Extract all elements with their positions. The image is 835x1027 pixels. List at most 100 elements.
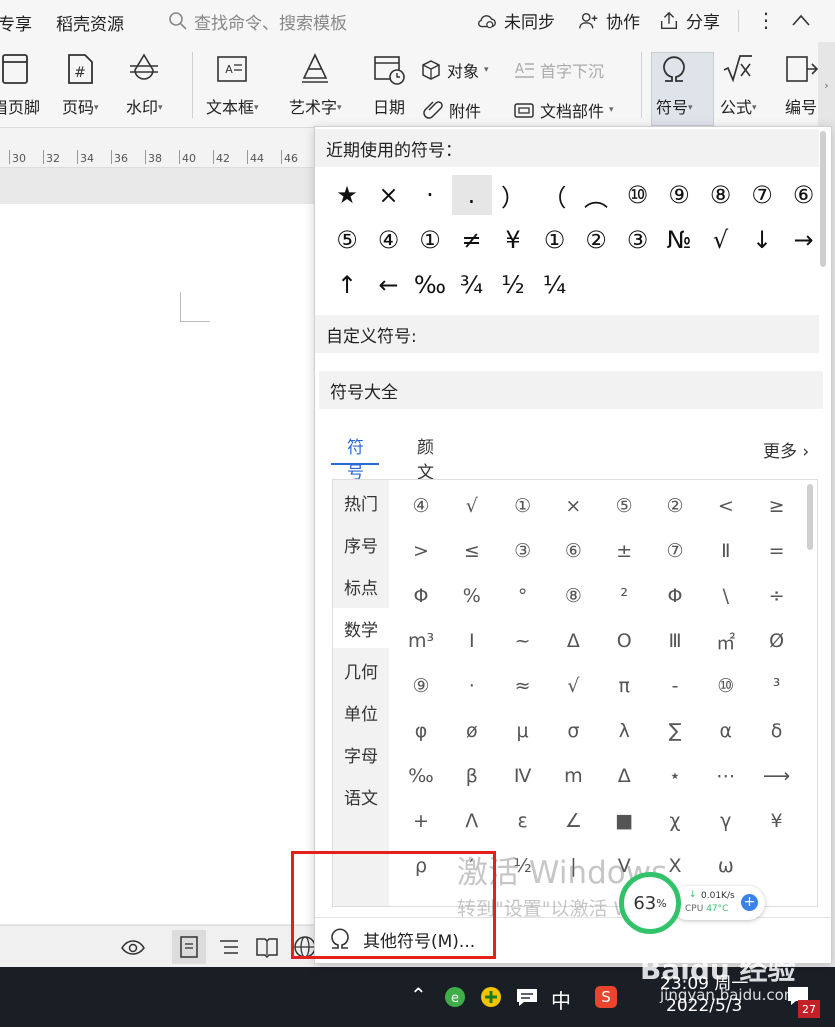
chevron-up-icon[interactable]: ⌃ [410,983,427,1007]
symbol-cell[interactable]: Ø [751,621,803,661]
symbol-cell[interactable]: Ⅰ [446,621,498,661]
symbol-cell[interactable]: σ [547,711,599,751]
symbol-cell[interactable]: φ [395,711,447,751]
horizontal-ruler[interactable]: 30 32 34 36 38 40 42 44 46 [0,128,320,168]
command-search[interactable]: 查找命令、搜索模板 [168,8,347,34]
security-tray-icon[interactable] [480,986,502,1008]
symbol-cell[interactable]: Ⅳ [497,756,549,796]
symbol-cell[interactable]: α [700,711,752,751]
category-item[interactable]: 单位 [333,692,389,732]
symbol-cell[interactable]: Δ [547,621,599,661]
recent-symbol[interactable]: ↓ [742,220,782,260]
recent-symbol[interactable]: ½ [493,265,533,305]
ime-indicator[interactable]: 中 [551,985,571,1014]
recent-symbol[interactable]: → [784,220,824,260]
symbol-cell[interactable]: ② [649,486,701,526]
recent-symbol[interactable]: ¾ [452,265,492,305]
reading-view-icon[interactable] [254,934,280,960]
recent-symbol[interactable]: ¼ [535,265,575,305]
category-item[interactable]: 热门 [333,482,389,522]
date-button[interactable]: 日期 [372,52,406,118]
symbol-cell[interactable]: ④ [395,486,447,526]
category-item[interactable]: 序号 [333,524,389,564]
symbol-cell[interactable]: ~ [497,621,549,661]
drop-cap-button[interactable]: A 首字下沉 [513,58,604,82]
recent-symbol[interactable]: ¥ [493,220,533,260]
symbol-cell[interactable]: ø [446,711,498,751]
browser-tray-icon[interactable]: e [444,986,466,1008]
performance-widget[interactable]: ↓ 0.01K/s CPU 47°C + 63% [619,872,765,934]
symbol-cell[interactable]: ≈ [497,666,549,706]
recent-symbol[interactable]: ★ [327,175,367,215]
symbol-cell[interactable]: ⑨ [395,666,447,706]
recent-symbol[interactable]: . [451,175,492,215]
recent-symbol[interactable]: · [410,175,450,215]
symbol-cell[interactable]: ∑ [649,711,701,751]
symbol-cell[interactable]: ⟶ [751,756,803,796]
symbol-cell[interactable]: ⋯ [700,756,752,796]
symbol-cell[interactable]: ⑤ [598,486,650,526]
symbol-cell[interactable]: π [598,666,650,706]
symbol-cell[interactable]: ² [598,576,650,616]
symbol-cell[interactable]: Ⅱ [700,531,752,571]
recent-symbol[interactable]: ↑ [327,265,367,305]
symbol-cell[interactable]: ³ [751,666,803,706]
symbol-cell[interactable]: γ [700,801,752,841]
symbol-cell[interactable]: δ [751,711,803,751]
recent-symbol[interactable]: ⑩ [618,175,658,215]
recent-symbol[interactable]: （ [535,175,575,215]
symbol-cell[interactable]: ㎡ [700,621,752,661]
recent-symbol[interactable]: ） [493,175,533,215]
header-footer-button[interactable]: 眉页脚 [0,52,40,118]
symbol-cell[interactable]: χ [649,801,701,841]
recent-symbol[interactable]: ① [535,220,575,260]
symbol-cell[interactable]: β [446,756,498,796]
symbol-cell[interactable]: √ [547,666,599,706]
symbol-cell[interactable]: ■ [598,801,650,841]
recent-symbol[interactable]: ① [410,220,450,260]
recent-symbol[interactable]: ︵ [576,175,616,215]
recent-symbol[interactable]: ⑥ [784,175,824,215]
symbol-cell[interactable]: ≥ [751,486,803,526]
symbol-cell[interactable]: < [700,486,752,526]
tab-exclusive[interactable]: 专享 [0,10,32,35]
tab-symbols[interactable]: 符号 [347,433,364,483]
symbol-cell[interactable]: Φ [395,576,447,616]
doc-parts-button[interactable]: 文档部件 ▾ [513,98,614,122]
page-number-button[interactable]: # 页码▾ [62,52,99,118]
symbol-cell[interactable]: - [649,666,701,706]
document-page[interactable] [0,204,320,924]
symbol-cell[interactable]: ⑥ [547,531,599,571]
symbol-cell[interactable]: · [446,666,498,706]
symbol-cell[interactable]: ⑦ [649,531,701,571]
more-options-icon[interactable]: ⋮ [756,8,776,32]
symbol-cell[interactable]: m [547,756,599,796]
recent-symbol[interactable]: ⑦ [742,175,782,215]
symbol-cell[interactable]: √ [446,486,498,526]
collaborate-button[interactable]: 协作 [578,8,640,33]
message-tray-icon[interactable] [515,986,539,1008]
textbox-button[interactable]: A 文本框▾ [206,52,259,118]
recent-symbol[interactable]: ④ [369,220,409,260]
recent-symbol[interactable]: ≠ [452,220,492,260]
recent-symbol[interactable]: √ [701,220,741,260]
symbol-cell[interactable]: \ [700,576,752,616]
category-item[interactable]: 字母 [333,734,389,774]
share-button[interactable]: 分享 [658,8,720,33]
plus-icon[interactable]: + [741,894,758,911]
symbol-cell[interactable]: × [547,486,599,526]
symbol-cell[interactable]: % [446,576,498,616]
recent-symbol[interactable]: № [659,220,699,260]
symbol-cell[interactable]: Φ [649,576,701,616]
symbol-cell[interactable]: > [395,531,447,571]
page-view-icon[interactable] [176,934,202,960]
symbol-cell[interactable]: ± [598,531,650,571]
symbol-cell[interactable]: ° [497,576,549,616]
symbol-cell[interactable]: ⑧ [547,576,599,616]
symbol-button[interactable]: 符号▾ [656,52,693,118]
attachment-button[interactable]: 附件 [422,98,481,122]
symbol-cell[interactable]: Ⅲ [649,621,701,661]
symbol-cell[interactable]: ① [497,486,549,526]
eye-protection-icon[interactable] [120,934,146,960]
recent-symbol[interactable]: ⑧ [701,175,741,215]
